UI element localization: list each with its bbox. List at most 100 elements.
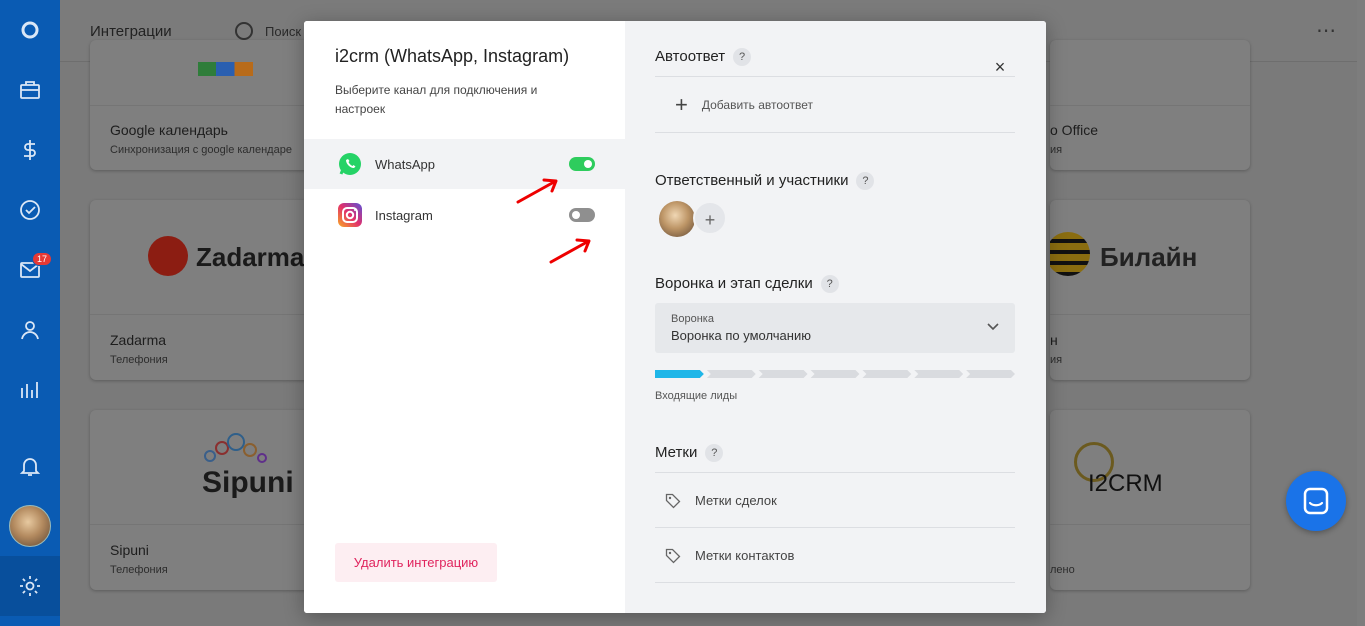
deal-tags-label: Метки сделок [695,493,777,508]
card-logo-area: I2CRM [1050,410,1250,525]
deal-tags-button[interactable]: Метки сделок [655,473,1015,528]
user-avatar[interactable] [9,505,51,547]
chat-icon [1303,487,1329,515]
help-icon[interactable]: ? [856,172,875,191]
card-desc: ия [1050,354,1063,366]
card-name: н [1050,332,1058,348]
zadarma-logo-text: Zadarma [196,242,305,272]
card-desc: ия [1050,144,1063,156]
card-desc: лено [1050,564,1075,576]
help-icon[interactable]: ? [705,444,724,463]
responsible-avatar[interactable] [659,201,695,237]
google-calendar-logo [198,62,253,76]
integration-card-i2crm[interactable]: I2CRM лено [1050,410,1250,590]
integration-card-sipuni[interactable]: Sipuni Sipuni Телефония [90,410,310,590]
close-icon[interactable]: × [990,57,1010,77]
check-icon[interactable] [0,180,60,240]
zadarma-logo-icon [148,236,188,276]
mail-icon[interactable]: 17 [0,240,60,300]
briefcase-icon[interactable] [0,60,60,120]
bell-icon[interactable] [0,436,60,496]
channel-label: Instagram [375,208,433,223]
help-icon[interactable]: ? [820,275,839,294]
divider [655,132,1015,133]
help-icon[interactable]: ? [733,48,752,67]
funnel-stage[interactable] [706,370,756,378]
integration-card-office[interactable]: o Office ия [1050,40,1250,170]
funnel-section-title: Воронка и этап сделки? [655,275,839,294]
instagram-icon [338,203,362,227]
add-autoreply-label: Добавить автоответ [701,97,813,112]
card-name: Zadarma [110,332,167,348]
tags-section-title: Метки? [655,444,724,463]
annotation-arrow-icon [516,178,558,204]
card-desc: Телефония [110,354,168,366]
autoreply-section-title: Автоответ? [655,48,752,67]
unread-badge: 17 [32,252,53,266]
integration-card-google[interactable]: Google календарь Синхронизация с google … [90,40,310,170]
more-icon[interactable]: ⋯ [1316,18,1337,43]
add-autoreply-button[interactable]: + Добавить автоответ [655,77,1015,132]
chevron-down-icon [987,318,999,334]
i2crm-logo-text: I2CRM [1088,470,1163,497]
contact-tags-button[interactable]: Метки контактов [655,528,1015,583]
whatsapp-icon [339,153,361,175]
section-label: Автоответ [655,48,726,65]
contact-tags-label: Метки контактов [695,548,795,563]
section-label: Воронка и этап сделки [655,275,813,292]
channel-instagram[interactable]: Instagram [304,190,625,240]
card-desc: Телефония [110,564,168,576]
beeline-logo-text: Билайн [1100,242,1198,272]
card-logo-area [90,40,310,106]
sipuni-logo-circles [200,432,270,466]
chart-icon[interactable] [0,360,60,420]
funnel-stage[interactable] [655,370,704,378]
add-member-button[interactable]: + [693,201,727,235]
logo-icon[interactable] [0,0,60,60]
user-icon[interactable] [0,300,60,360]
search-icon[interactable] [235,22,253,40]
section-label: Ответственный и участники [655,172,849,189]
support-chat-button[interactable] [1286,471,1346,531]
funnel-stage[interactable] [758,370,808,378]
gear-icon[interactable] [0,556,60,616]
divider [655,582,1015,583]
channel-label: WhatsApp [375,157,435,172]
sipuni-logo-text: Sipuni [202,466,294,499]
section-label: Метки [655,444,698,461]
page-scrollbar[interactable] [1357,0,1365,626]
integration-card-zadarma[interactable]: Zadarma Zadarma Телефония [90,200,310,380]
modal-subtitle: Выберите канал для подключения и настрое… [335,83,538,116]
funnel-stage[interactable] [966,370,1015,378]
delete-integration-button[interactable]: Удалить интеграцию [335,543,497,582]
card-logo-area: Zadarma [90,200,310,315]
channel-whatsapp[interactable]: WhatsApp [304,139,625,189]
whatsapp-toggle[interactable] [569,157,595,171]
instagram-toggle[interactable] [569,208,595,222]
card-logo-area [1050,40,1250,106]
funnel-stage[interactable] [810,370,860,378]
card-logo-area: Sipuni [90,410,310,525]
card-desc: Синхронизация с google календаре [110,144,292,156]
modal-title: i2crm (WhatsApp, Instagram) [335,46,570,66]
annotation-arrow-icon [549,238,591,264]
tag-icon [665,548,681,563]
dollar-icon[interactable] [0,120,60,180]
funnel-stage[interactable] [862,370,912,378]
funnel-stage[interactable] [914,370,964,378]
funnel-stages[interactable] [655,370,1015,378]
modal-left-panel: i2crm (WhatsApp, Instagram) Выберите кан… [304,21,625,613]
funnel-select[interactable]: Воронка Воронка по умолчанию [655,303,1015,353]
integration-modal: i2crm (WhatsApp, Instagram) Выберите кан… [304,21,1046,613]
card-name: o Office [1050,122,1098,138]
funnel-select-value: Воронка по умолчанию [671,328,811,343]
sidebar: 17 [0,0,60,626]
beeline-logo-icon [1050,232,1090,276]
card-name: Google календарь [110,122,228,138]
funnel-select-label: Воронка [671,313,714,325]
plus-icon: + [675,91,688,117]
search-input[interactable]: Поиск [265,24,301,39]
integration-card-beeline[interactable]: Билайн н ия [1050,200,1250,380]
responsible-section-title: Ответственный и участники? [655,172,875,191]
tag-icon [665,493,681,508]
